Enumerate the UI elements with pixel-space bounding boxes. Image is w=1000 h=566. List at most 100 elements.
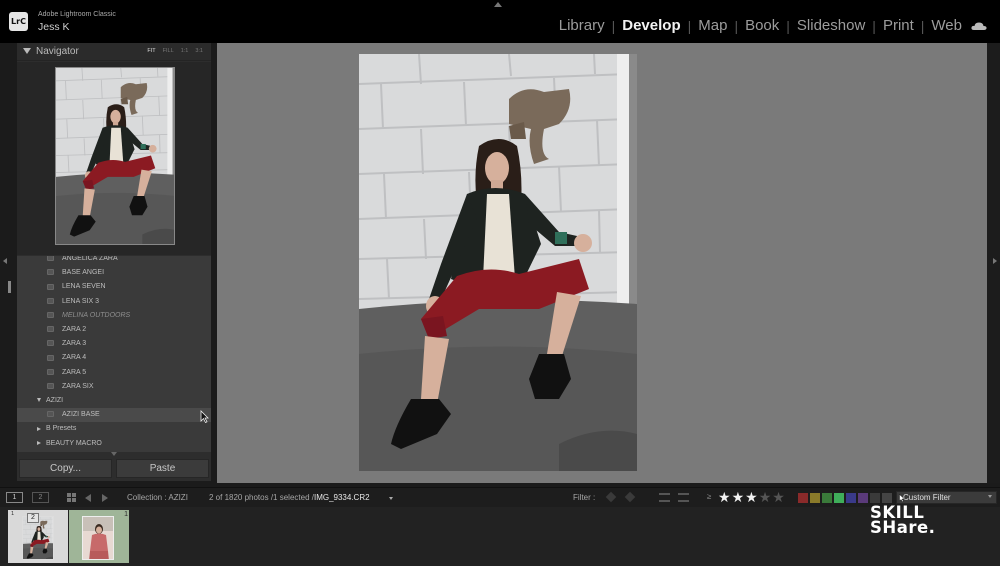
module-book[interactable]: Book <box>745 17 779 34</box>
color-label-filters <box>798 493 892 503</box>
left-panel: Navigator FIT FILL 1:1 3:1 ANGELICA ZARA BAS… <box>17 43 211 481</box>
module-library[interactable]: Library <box>559 17 605 34</box>
color-label-swatch[interactable] <box>846 493 856 503</box>
star-icon[interactable]: ★ <box>718 489 732 505</box>
preset-item[interactable]: AZIZI BASE <box>17 408 211 423</box>
preset-item[interactable]: ZARA 2 <box>47 323 86 337</box>
preset-label: ZARA 5 <box>62 368 87 376</box>
folder-expanded-icon[interactable] <box>37 398 41 403</box>
zoom-option-3-1[interactable]: 3:1 <box>195 48 203 54</box>
folder-collapsed-icon[interactable] <box>37 426 41 431</box>
preset-folder[interactable]: B Presets <box>37 422 76 436</box>
module-slideshow[interactable]: Slideshow <box>797 17 865 34</box>
preset-item[interactable]: ZARA 3 <box>47 337 86 351</box>
preset-item[interactable]: MELINA OUTDOORS <box>47 309 130 323</box>
module-develop[interactable]: Develop <box>622 17 680 34</box>
photo-image <box>359 54 637 471</box>
preset-label: ZARA 2 <box>62 326 87 333</box>
color-label-swatch[interactable] <box>870 493 880 503</box>
source-dropdown-icon[interactable] <box>389 497 393 500</box>
stack-badge[interactable]: 2 <box>27 513 39 523</box>
preset-folder[interactable]: BEAUTY MACRO <box>37 437 102 451</box>
color-label-swatch[interactable] <box>810 493 820 503</box>
preset-label: MELINA OUTDOORS <box>62 311 131 319</box>
lightroom-window: LrC Adobe Lightroom Classic Jess K Libra… <box>0 0 1000 566</box>
photo-count-text: 2 of 1820 photos /1 selected / <box>209 493 314 502</box>
preset-item[interactable]: ZARA 4 <box>47 351 86 365</box>
preset-item[interactable]: ANGELICA ZARA <box>47 256 118 266</box>
preset-item[interactable]: BASE ANGEI <box>47 266 104 280</box>
copy-button[interactable]: Copy... <box>19 459 112 478</box>
presets-panel: ANGELICA ZARA BASE ANGEI LENA SEVEN LENA SI… <box>17 256 211 452</box>
photo-count[interactable]: 2 of 1820 photos /1 selected /IMG_9334.C… <box>209 493 370 502</box>
preset-item[interactable]: ZARA SIX <box>47 380 94 394</box>
preset-item[interactable]: LENA SEVEN <box>47 280 106 294</box>
module-print[interactable]: Print <box>883 17 914 34</box>
star-icon[interactable]: ★ <box>732 489 746 505</box>
preset-icon <box>47 311 54 318</box>
filmstrip-cell[interactable]: 1 2 <box>8 510 68 563</box>
module-picker: Library | Develop | Map | Book | Slideshow | Print… <box>559 17 962 34</box>
flag-unflagged-icon[interactable] <box>624 491 636 503</box>
view-1-button[interactable]: 1 <box>6 492 23 503</box>
edited-filter-icon[interactable] <box>659 493 670 502</box>
navigator-preview-area <box>17 62 211 255</box>
thumbnail-image <box>23 517 53 559</box>
rating-filter[interactable]: ★★★★★ <box>718 489 786 506</box>
preset-label: ZARA 4 <box>62 354 87 362</box>
unedited-filter-icon[interactable] <box>678 493 689 502</box>
module-map[interactable]: Map <box>698 17 727 34</box>
module-web[interactable]: Web <box>931 17 962 34</box>
color-label-swatch[interactable] <box>858 493 868 503</box>
color-label-swatch[interactable] <box>834 493 844 503</box>
right-panel-toggle-icon[interactable] <box>993 258 997 264</box>
preset-label: BASE ANGEI <box>62 269 105 277</box>
preset-icon <box>47 411 54 418</box>
selected-filename: IMG_9334.CR2 <box>313 493 370 502</box>
previous-photo-icon[interactable] <box>85 494 91 502</box>
folder-collapsed-icon[interactable] <box>37 440 41 445</box>
preset-icon <box>47 256 54 262</box>
color-label-swatch[interactable] <box>822 493 832 503</box>
custom-filter-label: Custom Filter <box>903 493 951 502</box>
preset-item[interactable]: ZARA 5 <box>47 366 86 380</box>
rating-operator[interactable]: ≥ <box>707 492 711 501</box>
chevron-down-icon <box>988 495 992 498</box>
collapse-triangle-icon[interactable] <box>23 48 31 54</box>
preset-label: BEAUTY MACRO <box>46 439 102 447</box>
filmstrip-cell[interactable]: 1 <box>69 510 129 563</box>
navigator-header[interactable]: Navigator FIT FILL 1:1 3:1 <box>17 43 211 61</box>
cloud-icon[interactable] <box>971 22 987 30</box>
preset-label: AZIZI <box>46 397 64 404</box>
module-separator: | <box>611 17 616 34</box>
left-scrollbar-handle[interactable] <box>8 281 11 293</box>
module-separator: | <box>920 17 925 34</box>
top-panel-toggle-icon[interactable] <box>494 2 502 7</box>
star-icon[interactable]: ★ <box>772 489 786 505</box>
preset-icon <box>47 269 54 276</box>
scroll-down-icon[interactable] <box>111 452 117 456</box>
top-bar: LrC Adobe Lightroom Classic Jess K Libra… <box>0 0 1000 43</box>
preset-item[interactable]: LENA SIX 3 <box>47 295 99 309</box>
left-panel-toggle-icon[interactable] <box>3 258 7 264</box>
grid-view-icon[interactable] <box>67 493 76 502</box>
star-icon[interactable]: ★ <box>759 489 773 505</box>
stack-badge[interactable]: 1 <box>124 511 128 518</box>
color-label-swatch[interactable] <box>882 493 892 503</box>
star-icon[interactable]: ★ <box>745 489 759 505</box>
filmstrip-thumbnail[interactable] <box>82 516 114 560</box>
view-2-button[interactable]: 2 <box>32 492 49 503</box>
collection-source[interactable]: Collection : AZIZI <box>127 493 188 502</box>
flag-pick-icon[interactable] <box>605 491 617 503</box>
color-label-swatch[interactable] <box>798 493 808 503</box>
paste-button[interactable]: Paste <box>116 459 209 478</box>
navigator-thumbnail[interactable] <box>55 67 175 245</box>
zoom-option-fit[interactable]: FIT <box>147 48 155 54</box>
skillshare-watermark: SKILL SHare. <box>870 504 960 539</box>
next-photo-icon[interactable] <box>102 494 108 502</box>
main-photo[interactable] <box>359 54 637 471</box>
preset-folder[interactable]: AZIZI <box>37 394 63 408</box>
app-name: Adobe Lightroom Classic <box>38 11 116 18</box>
zoom-option-fill[interactable]: FILL <box>163 48 174 54</box>
zoom-option-1-1[interactable]: 1:1 <box>181 48 189 54</box>
